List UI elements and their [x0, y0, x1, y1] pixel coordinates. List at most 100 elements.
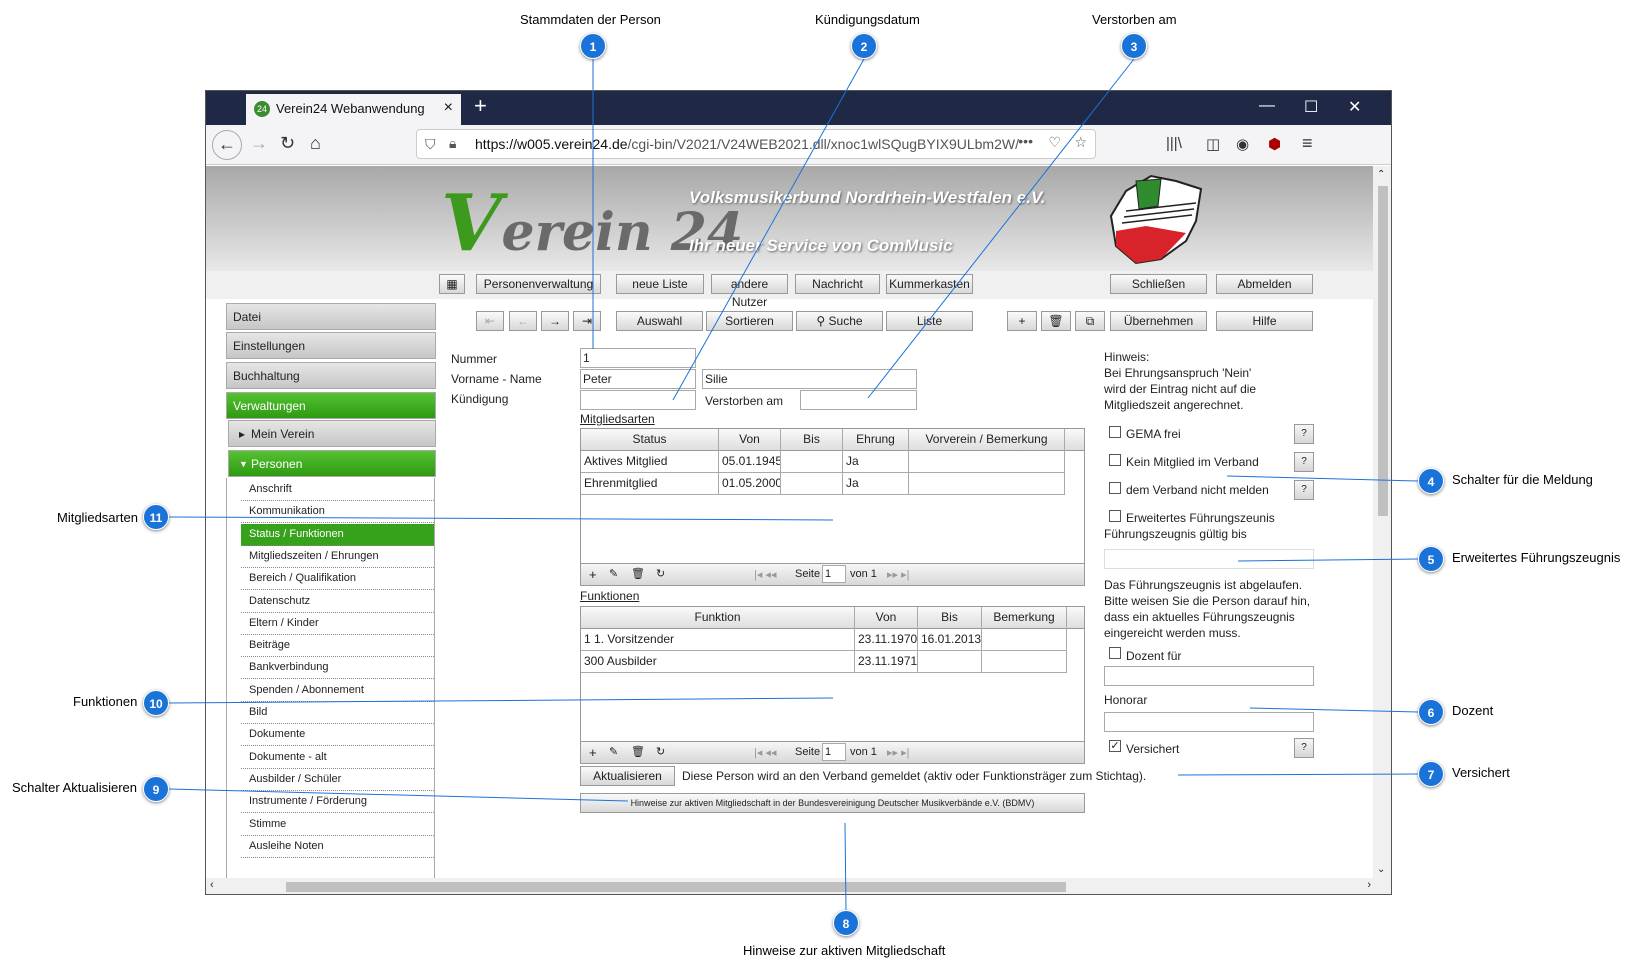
delete-row-icon[interactable]: 🗑︎	[631, 567, 645, 580]
reload-icon[interactable]: ↻	[280, 133, 295, 154]
pager-first-icon[interactable]: |◂ ◂◂	[754, 746, 776, 759]
edit-row-icon[interactable]: ✎	[609, 745, 618, 758]
menu-icon[interactable]: ≡	[1302, 133, 1313, 154]
sidebar-sub-item[interactable]: Anschrift	[241, 479, 434, 501]
table-row[interactable]: Ehrenmitglied 01.05.2000 Ja	[581, 473, 1065, 495]
prev-record-button[interactable]: ←	[509, 311, 537, 331]
sidebar-personen[interactable]: ▼ Personen	[228, 450, 436, 477]
new-tab-icon[interactable]: +	[474, 93, 487, 119]
pager-last-icon[interactable]: ▸▸ ▸|	[887, 568, 909, 581]
next-record-button[interactable]: →	[541, 311, 569, 331]
dozent-checkbox[interactable]	[1109, 647, 1121, 659]
fuehrungszeugnis-checkbox[interactable]	[1109, 510, 1121, 522]
liste-button[interactable]: Liste	[886, 311, 973, 331]
column-header[interactable]: Bis	[781, 429, 843, 451]
sidebar-sub-item[interactable]: Mitgliedszeiten / Ehrungen	[241, 546, 434, 568]
pager-page-input[interactable]: 1	[822, 743, 846, 761]
scroll-thumb[interactable]	[1378, 186, 1388, 516]
kummerkasten-button[interactable]: Kummerkasten	[886, 274, 973, 294]
refresh-icon[interactable]: ↻	[656, 567, 665, 580]
forward-icon[interactable]: →	[250, 133, 268, 154]
sidebar-sub-item[interactable]: Bild	[241, 702, 434, 724]
table-row[interactable]: Aktives Mitglied 05.01.1945 Ja	[581, 451, 1065, 473]
scroll-up-icon[interactable]: ⌃	[1377, 169, 1385, 180]
column-header[interactable]: Vorverein / Bemerkung	[909, 429, 1065, 451]
sidebar-buchhaltung[interactable]: Buchhaltung	[226, 362, 436, 389]
table-row[interactable]: 1 1. Vorsitzender 23.11.1970 16.01.2013	[581, 629, 1067, 651]
versichert-checkbox[interactable]: ✓	[1109, 740, 1121, 752]
first-record-button[interactable]: ⇤	[476, 311, 504, 331]
column-header[interactable]: Funktion	[581, 607, 855, 629]
nachname-input[interactable]: Silie	[702, 369, 917, 389]
menu-toggle-button[interactable]: ▦	[439, 274, 465, 294]
home-icon[interactable]: ⌂	[310, 133, 321, 154]
honorar-input[interactable]	[1104, 712, 1314, 732]
abmelden-button[interactable]: Abmelden	[1216, 274, 1313, 294]
andere-nutzer-button[interactable]: andere Nutzer	[711, 274, 788, 309]
sidebar-sub-item[interactable]: Ausleihe Noten	[241, 836, 434, 858]
sidebar-sub-item[interactable]: Bereich / Qualifikation	[241, 568, 434, 591]
hinweise-bdmv-button[interactable]: Hinweise zur aktiven Mitgliedschaft in d…	[580, 793, 1085, 813]
vorname-input[interactable]: Peter	[580, 369, 696, 389]
scroll-right-icon[interactable]: ›	[1367, 879, 1371, 891]
edit-row-icon[interactable]: ✎	[609, 567, 618, 580]
fuehrungszeugnis-date-input[interactable]	[1104, 549, 1314, 569]
minimize-icon[interactable]: —	[1259, 97, 1275, 115]
nicht-melden-checkbox[interactable]	[1109, 482, 1121, 494]
vertical-scrollbar[interactable]: ⌃ ⌄	[1373, 166, 1391, 878]
sidebar-sub-item[interactable]: Status / Funktionen	[241, 523, 434, 546]
column-header[interactable]: Ehrung	[843, 429, 909, 451]
sidebar-datei[interactable]: Datei	[226, 303, 436, 330]
ublock-icon[interactable]: ⬢	[1268, 135, 1281, 153]
add-row-icon[interactable]: +	[589, 745, 597, 760]
neue-liste-button[interactable]: neue Liste	[616, 274, 704, 294]
add-row-icon[interactable]: +	[589, 567, 597, 582]
kein-mitglied-checkbox[interactable]	[1109, 454, 1121, 466]
sidebar-sub-item[interactable]: Dokumente - alt	[241, 747, 434, 769]
sidebar-sub-item[interactable]: Kommunikation	[241, 501, 434, 524]
schliessen-button[interactable]: Schließen	[1110, 274, 1207, 294]
gema-frei-checkbox[interactable]	[1109, 426, 1121, 438]
sidebar-sub-item[interactable]: Eltern / Kinder	[241, 613, 434, 635]
delete-row-icon[interactable]: 🗑︎	[631, 745, 645, 758]
scroll-thumb[interactable]	[286, 882, 1066, 892]
nummer-input[interactable]: 1	[580, 348, 696, 368]
verstorben-input[interactable]	[800, 390, 917, 410]
pocket-icon[interactable]: ♡	[1048, 134, 1061, 151]
bookmark-star-icon[interactable]: ☆	[1074, 134, 1087, 151]
help-button[interactable]: ?	[1294, 452, 1314, 472]
nachricht-button[interactable]: Nachricht	[795, 274, 880, 294]
back-icon[interactable]: ←	[212, 130, 242, 160]
aktualisieren-button[interactable]: Aktualisieren	[580, 766, 675, 786]
sidebar-sub-item[interactable]: Instrumente / Förderung	[241, 791, 434, 814]
help-button[interactable]: ?	[1294, 424, 1314, 444]
delete-icon[interactable]: 🗑︎	[1041, 311, 1071, 331]
library-icon[interactable]: |||\	[1166, 135, 1182, 152]
help-button[interactable]: ?	[1294, 480, 1314, 500]
column-header[interactable]: Status	[581, 429, 719, 451]
sidebar-einstellungen[interactable]: Einstellungen	[226, 332, 436, 359]
sidebar-sub-item[interactable]: Bankverbindung	[241, 657, 434, 680]
scroll-down-icon[interactable]: ⌄	[1377, 864, 1385, 875]
sidebar-sub-item[interactable]: Dokumente	[241, 724, 434, 747]
kuendigung-input[interactable]	[580, 390, 696, 410]
pager-last-icon[interactable]: ▸▸ ▸|	[887, 746, 909, 759]
personenverwaltung-button[interactable]: Personenverwaltung	[476, 274, 601, 294]
close-tab-icon[interactable]: ×	[444, 99, 453, 117]
close-window-icon[interactable]: ✕	[1348, 97, 1361, 117]
url-bar[interactable]: ⛉ 🔒︎ https://w005.verein24.de/cgi-bin/V2…	[416, 129, 1096, 159]
last-record-button[interactable]: ⇥	[573, 311, 601, 331]
column-header[interactable]: Bemerkung	[982, 607, 1067, 629]
add-icon[interactable]: +	[1007, 311, 1037, 331]
column-header[interactable]: Von	[855, 607, 918, 629]
column-header[interactable]: Von	[719, 429, 781, 451]
sidebar-icon[interactable]: ◫	[1206, 135, 1220, 153]
sidebar-mein-verein[interactable]: ▸ Mein Verein	[228, 420, 436, 447]
sidebar-sub-item[interactable]: Datenschutz	[241, 591, 434, 613]
pager-first-icon[interactable]: |◂ ◂◂	[754, 568, 776, 581]
suche-button[interactable]: ⚲ Suche	[796, 311, 883, 331]
uebernehmen-button[interactable]: Übernehmen	[1110, 311, 1207, 331]
sidebar-verwaltungen[interactable]: Verwaltungen	[226, 392, 436, 419]
maximize-icon[interactable]: ☐	[1304, 97, 1318, 117]
help-button[interactable]: ?	[1294, 738, 1314, 758]
